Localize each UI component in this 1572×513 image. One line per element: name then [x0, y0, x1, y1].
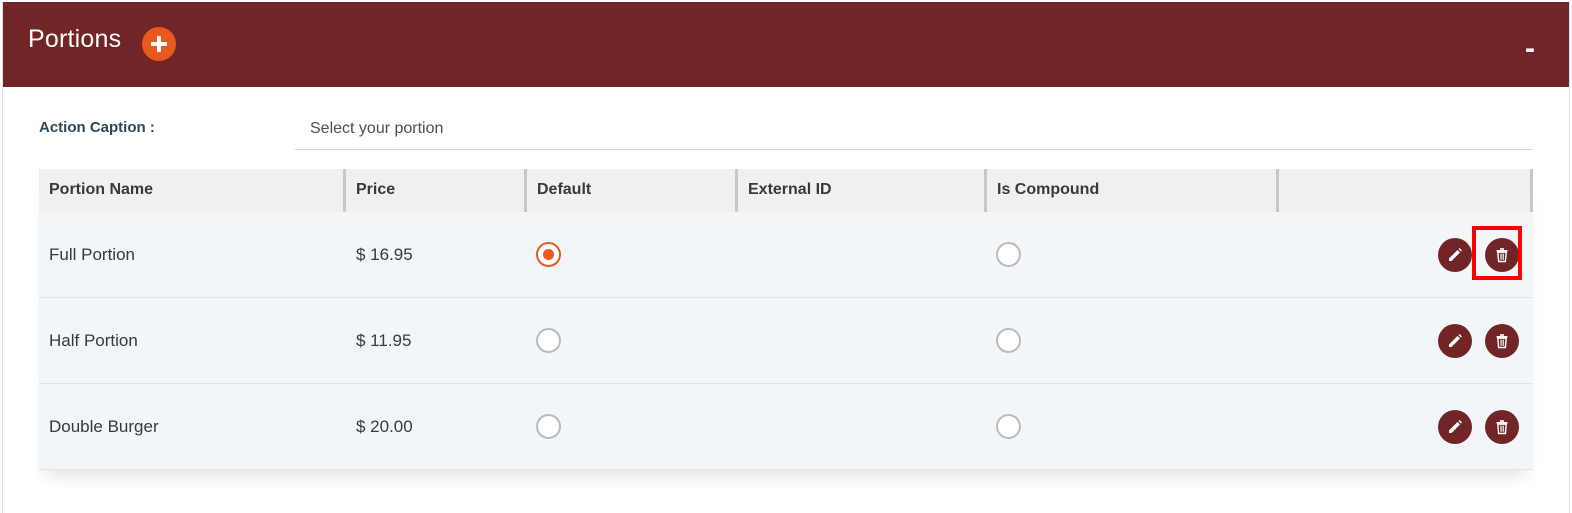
- action-caption-label: Action Caption :: [39, 119, 155, 136]
- default-cell: [527, 414, 738, 439]
- table-row: Full Portion $ 16.95: [39, 212, 1533, 298]
- column-header-default[interactable]: Default: [527, 169, 738, 212]
- portions-table: Portion Name Price Default External ID I…: [39, 169, 1533, 470]
- add-portion-button[interactable]: [142, 27, 176, 61]
- is-compound-radio[interactable]: [996, 414, 1021, 439]
- pencil-icon: [1449, 247, 1462, 261]
- row-actions: [1279, 323, 1533, 358]
- portions-panel: Portions - Action Caption : Portion Name…: [2, 2, 1570, 513]
- column-header-actions: [1279, 169, 1533, 212]
- trash-icon: [1496, 247, 1508, 262]
- is-compound-cell: [987, 242, 1279, 267]
- pencil-icon: [1449, 333, 1462, 347]
- plus-icon: [151, 36, 167, 52]
- column-header-portion-name[interactable]: Portion Name: [39, 169, 346, 212]
- portion-name: Full Portion: [49, 244, 135, 264]
- is-compound-radio[interactable]: [996, 242, 1021, 267]
- delete-button[interactable]: [1485, 237, 1519, 272]
- portion-price: $ 20.00: [356, 416, 413, 436]
- panel-header: Portions -: [3, 2, 1569, 87]
- is-compound-cell: [987, 414, 1279, 439]
- default-radio[interactable]: [536, 328, 561, 353]
- collapse-button[interactable]: -: [1525, 34, 1535, 64]
- action-caption-input[interactable]: [295, 108, 1533, 150]
- default-radio[interactable]: [536, 242, 561, 267]
- default-cell: [527, 242, 738, 267]
- portion-name: Double Burger: [49, 416, 159, 436]
- portion-price: $ 16.95: [356, 244, 413, 264]
- row-actions: [1279, 237, 1533, 272]
- edit-button[interactable]: [1438, 323, 1472, 358]
- is-compound-radio[interactable]: [996, 328, 1021, 353]
- table-row: Half Portion $ 11.95: [39, 298, 1533, 384]
- row-actions: [1279, 409, 1533, 444]
- pencil-icon: [1449, 419, 1462, 433]
- table-row: Double Burger $ 20.00: [39, 384, 1533, 470]
- delete-button[interactable]: [1485, 323, 1519, 358]
- portion-price: $ 11.95: [356, 330, 412, 350]
- portion-name: Half Portion: [49, 330, 138, 350]
- trash-icon: [1496, 419, 1508, 434]
- edit-button[interactable]: [1438, 409, 1472, 444]
- panel-title: Portions: [28, 25, 122, 53]
- edit-button[interactable]: [1438, 237, 1472, 272]
- default-radio[interactable]: [536, 414, 561, 439]
- table-header: Portion Name Price Default External ID I…: [39, 169, 1533, 212]
- column-header-is-compound[interactable]: Is Compound: [987, 169, 1279, 212]
- is-compound-cell: [987, 328, 1279, 353]
- delete-button[interactable]: [1485, 409, 1519, 444]
- trash-icon: [1496, 333, 1508, 348]
- default-cell: [527, 328, 738, 353]
- column-header-external-id[interactable]: External ID: [738, 169, 987, 212]
- column-header-price[interactable]: Price: [346, 169, 527, 212]
